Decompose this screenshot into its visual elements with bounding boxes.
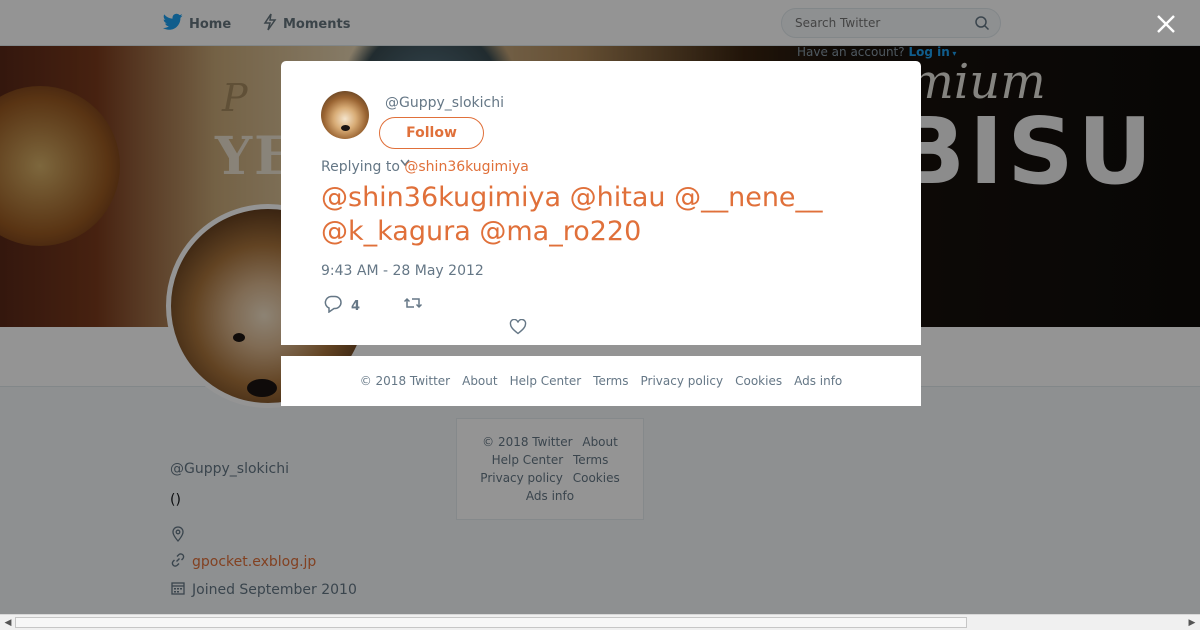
retweet-button[interactable]: [403, 295, 423, 315]
reply-button[interactable]: 4: [323, 295, 360, 317]
scroll-right-arrow-icon[interactable]: ▶: [1186, 617, 1198, 629]
tweet-author-avatar[interactable]: [321, 91, 369, 139]
footer-ads[interactable]: Ads info: [794, 374, 842, 388]
replying-to: Replying to @shin36kugimiya: [321, 159, 529, 175]
mention-link[interactable]: @ma_ro220: [479, 216, 641, 247]
like-button[interactable]: [509, 318, 527, 339]
close-icon: [1157, 15, 1175, 33]
footer-copyright: © 2018 Twitter: [359, 374, 451, 388]
tweet-text: @shin36kugimiya @hitau @__nene__ @k_kagu…: [321, 181, 921, 249]
follow-button[interactable]: Follow: [379, 117, 484, 149]
avatar-detail: [341, 125, 350, 131]
replying-to-link[interactable]: @shin36kugimiya: [404, 159, 528, 175]
tweet-author-handle[interactable]: @Guppy_slokichi: [385, 95, 504, 111]
tweet-timestamp[interactable]: 9:43 AM - 28 May 2012: [321, 263, 484, 279]
footer-terms[interactable]: Terms: [593, 374, 628, 388]
mention-link[interactable]: @__nene__: [674, 182, 822, 213]
reply-icon: [323, 295, 343, 317]
tweet-modal: @Guppy_slokichi Follow Replying to @shin…: [281, 61, 921, 345]
footer-privacy[interactable]: Privacy policy: [641, 374, 724, 388]
close-modal-button[interactable]: [1152, 10, 1180, 38]
footer-about[interactable]: About: [462, 374, 497, 388]
replying-prefix: Replying to: [321, 159, 400, 175]
mention-link[interactable]: @hitau: [570, 182, 666, 213]
scrollbar-thumb[interactable]: [15, 617, 967, 628]
horizontal-scrollbar[interactable]: ◀ ▶: [0, 614, 1200, 630]
mention-link[interactable]: @k_kagura: [321, 216, 471, 247]
footer-help[interactable]: Help Center: [510, 374, 582, 388]
footer-cookies[interactable]: Cookies: [735, 374, 782, 388]
retweet-icon: [403, 295, 423, 315]
scroll-left-arrow-icon[interactable]: ◀: [2, 617, 14, 629]
mention-link[interactable]: @shin36kugimiya: [321, 182, 561, 213]
heart-icon: [509, 318, 527, 339]
modal-footer: © 2018 Twitter About Help Center Terms P…: [281, 356, 921, 406]
reply-count: 4: [351, 298, 361, 314]
